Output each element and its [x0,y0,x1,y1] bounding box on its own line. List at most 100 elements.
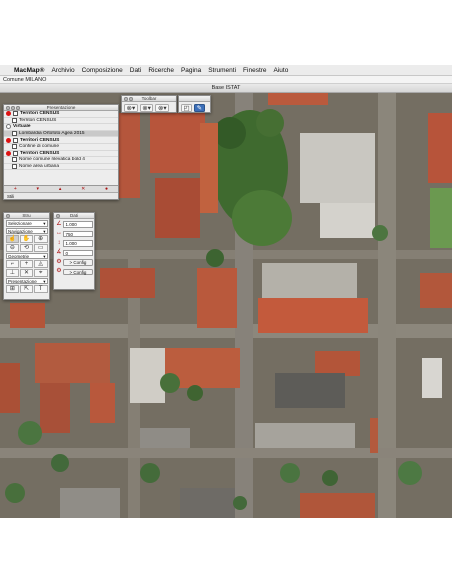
frame-select-button[interactable]: ◰ [181,103,193,112]
layer-label: Nome area urbana [19,164,59,170]
target-tool-icon[interactable]: ⌖ [33,268,48,277]
frame-icon[interactable]: ▭ [33,243,48,252]
palette-window-buttons[interactable] [6,214,10,218]
layer-label: Territori CENSUS [20,137,60,143]
angle-icon: ∡ [56,249,62,255]
layer-row[interactable]: Confine di comune [4,144,118,151]
config-button[interactable]: > Config [63,259,93,266]
geometry-tools: ⌐ + ◬ ⊥ ✕ ⌖ [5,260,48,277]
menu-aiuto[interactable]: Aiuto [274,67,289,74]
layer-label: Lombardia Ortofoto Agea 2015 [19,131,85,137]
layer-row[interactable]: Nome comune rilevatica bold 4 [4,157,118,164]
width-icon: ↔ [56,230,62,236]
menu-pagina[interactable]: Pagina [181,67,201,74]
join-tool-button[interactable]: ⊗▾ [139,103,154,112]
toolbar-palette-title: Toolbar [141,96,157,101]
layer-type-icon [12,164,17,170]
layer-row[interactable]: Territori CENSUS [4,111,118,118]
layers-action-bar: + ▾ ▴ ✕ ● [4,185,118,192]
palette-window-buttons[interactable] [56,214,60,218]
layer-type-icon [13,111,18,117]
line-tool-icon[interactable]: ⌐ [5,260,20,268]
data-palette[interactable]: Dati ∠ 1.000 ↔ 750 ↕ 1.000 ∡ 0 ⚙ > Confi… [53,212,95,290]
layer-visible-icon[interactable] [6,150,11,156]
palette-window-buttons[interactable] [6,106,20,110]
resize-icon[interactable]: ⇱ [19,285,34,293]
menu-strumenti[interactable]: Strumenti [208,67,236,74]
layer-type-icon [12,144,17,150]
palette-window-buttons[interactable] [124,97,133,101]
toolbar-palette-titlebar[interactable]: Toolbar [122,96,176,102]
pointer-tool-icon[interactable]: ☝ [5,235,20,243]
zoom-out-icon[interactable]: ⊖ [5,243,20,252]
zoom-in-icon[interactable]: ⊕ [33,235,48,243]
scale-field[interactable]: 1.000 [63,221,93,228]
selector-palette-titlebar[interactable] [179,96,210,102]
perpendicular-icon[interactable]: ⊥ [5,268,20,277]
data-palette-title: Dati [69,213,78,218]
layers-palette[interactable]: Presentazione Territori CENSUS Territori… [3,104,119,200]
window-title[interactable]: Base ISTAT [0,84,452,93]
scale-icon: ∠ [56,220,62,227]
styles-tab[interactable]: Stili [4,192,118,199]
layer-label: Virtuale [13,124,31,130]
layer-row[interactable]: Territori CENSUS [4,150,118,158]
tools-palette[interactable]: Stru Selezionare Navigazione ☝ ✋ ⊕ ⊖ ⟲ ▭… [3,212,50,300]
cut-tool-icon[interactable]: ✕ [19,268,34,277]
menu-dati[interactable]: Dati [130,67,142,74]
pencil-tool-button[interactable]: ✎ [194,103,205,112]
layer-row-selected[interactable]: Lombardia Ortofoto Agea 2015 [4,130,118,138]
layer-visible-icon[interactable] [6,111,11,117]
config-button-2[interactable]: > Config [63,268,93,275]
rotate-icon[interactable]: ⟲ [19,243,34,252]
add-point-icon[interactable]: + [19,260,34,268]
group-tool-button[interactable]: ⊗▾ [155,103,170,112]
layer-type-icon [12,157,17,163]
layer-label: Territori CENSUS [20,150,60,156]
menu-ricerche[interactable]: Ricerche [148,67,174,74]
layer-label: Territori CENSUS [19,117,57,123]
height-icon: ↕ [57,239,61,246]
layer-type-icon [13,150,18,156]
toolbar-palette[interactable]: Toolbar ⊗▾ ⊗▾ ⊗▾ [121,95,177,113]
config-icon: ⚙ [56,268,62,274]
screen: MacMap® Archivio Composizione Dati Ricer… [0,0,452,584]
data-palette-titlebar[interactable]: Dati [54,213,94,219]
menu-composizione[interactable]: Composizione [82,67,123,74]
link-tool-button[interactable]: ⊗▾ [124,103,138,112]
layer-row[interactable]: Nome area urbana [4,164,118,171]
layer-type-icon [12,117,17,123]
menu-archivio[interactable]: Archivio [51,67,74,74]
height-field[interactable]: 1.000 [63,240,93,247]
navigation-mode-select[interactable]: Navigazione [5,227,48,234]
layers-palette-title: Presentazione [46,105,76,110]
selection-mode-select[interactable]: Selezionare [5,220,48,227]
config-icon: ⚙ [56,258,62,265]
navigation-tools: ☝ ✋ ⊕ ⊖ ⟲ ▭ [5,235,48,252]
hand-tool-icon[interactable]: ✋ [19,235,34,243]
layer-row[interactable]: Virtuale [4,124,118,131]
layer-type-icon [12,131,17,137]
layer-label: Nome comune rilevatica bold 4 [19,157,85,163]
geometry-section[interactable]: Geometrie [5,252,48,259]
layer-label: Confine di comune [19,144,59,150]
layer-type-icon [13,137,18,143]
layers-palette-titlebar[interactable]: Presentazione [4,105,118,111]
app-menu[interactable]: MacMap® [14,67,44,74]
menu-finestre[interactable]: Finestre [243,67,266,74]
text-tool-icon[interactable]: T [33,285,48,293]
layer-visible-icon[interactable] [6,137,11,143]
presentation-section[interactable]: Presentazione [5,277,48,284]
angle-field[interactable]: 0 [63,249,93,256]
layer-hidden-icon[interactable] [6,124,11,130]
grid-icon[interactable]: ⊞ [5,285,20,293]
layer-row[interactable]: Territori CENSUS [4,137,118,144]
tools-palette-titlebar[interactable]: Stru [4,213,49,219]
polygon-tool-icon[interactable]: ◬ [33,260,48,268]
presentation-tools: ⊞ ⇱ T [5,285,48,293]
selector-palette[interactable]: ◰ ✎ [178,95,211,113]
layer-row[interactable]: Territori CENSUS [4,117,118,125]
width-field[interactable]: 750 [63,230,93,237]
menu-bar: MacMap® Archivio Composizione Dati Ricer… [0,65,452,76]
document-title: Comune MILANO [0,76,452,84]
